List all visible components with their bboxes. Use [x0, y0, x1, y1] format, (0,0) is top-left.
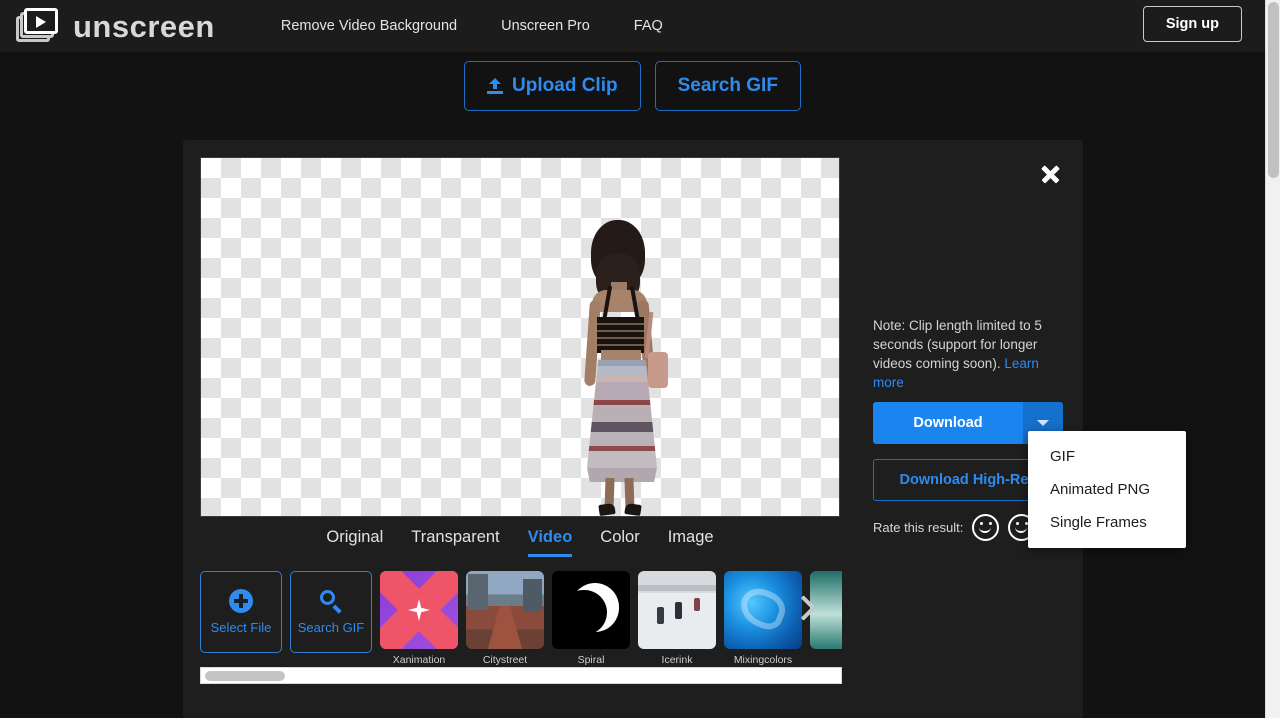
thumbnail-caption: Icerink [638, 654, 716, 666]
thumbnail-caption: Citystreet [466, 654, 544, 666]
thumbnail-caption: Spiral [552, 654, 630, 666]
background-thumbnail-strip: Select File Search GIF Xanimation Cityst… [200, 571, 842, 671]
action-button-row: Upload Clip Search GIF [0, 61, 1265, 111]
thumbnail-item-partial[interactable] [810, 571, 842, 649]
page-scrollbar-thumb[interactable] [1268, 2, 1279, 178]
chevron-right-icon[interactable] [798, 593, 814, 623]
thumbnail-item[interactable]: Xanimation [380, 571, 458, 666]
thumbnail-image-partial [810, 571, 842, 649]
plus-circle-icon [229, 589, 253, 613]
thumbnail-image-mixingcolors [724, 571, 802, 649]
close-icon[interactable] [1037, 161, 1063, 187]
nav-item-faq[interactable]: FAQ [634, 18, 663, 34]
thumbnail-image-citystreet [466, 571, 544, 649]
upload-clip-button[interactable]: Upload Clip [464, 61, 641, 111]
strip-search-gif-label: Search GIF [298, 620, 364, 635]
thumbnail-item[interactable]: Mixingcolors [724, 571, 802, 666]
subject-image [565, 220, 675, 516]
tab-color[interactable]: Color [600, 528, 639, 557]
thumbnail-image-icerink [638, 571, 716, 649]
tab-original[interactable]: Original [326, 528, 383, 557]
logo-text: unscreen [73, 11, 215, 42]
menu-item-animated-png[interactable]: Animated PNG [1028, 473, 1186, 506]
thumbnail-caption: Mixingcolors [724, 654, 802, 666]
menu-item-single-frames[interactable]: Single Frames [1028, 506, 1186, 539]
rate-result-label: Rate this result: [873, 520, 963, 535]
download-format-menu: GIF Animated PNG Single Frames [1028, 431, 1186, 548]
nav-item-unscreen-pro[interactable]: Unscreen Pro [501, 18, 590, 34]
sign-up-button[interactable]: Sign up [1143, 6, 1242, 42]
strip-scrollbar-thumb[interactable] [205, 671, 285, 681]
tab-transparent[interactable]: Transparent [411, 528, 499, 557]
menu-item-gif[interactable]: GIF [1028, 440, 1186, 473]
strip-scrollbar[interactable] [200, 667, 842, 684]
preview-mode-tabs: Original Transparent Video Color Image [200, 528, 840, 557]
editor-card: Original Transparent Video Color Image S… [183, 140, 1083, 718]
main-nav: Remove Video Background Unscreen Pro FAQ [281, 18, 663, 34]
thumbnail-image-spiral [552, 571, 630, 649]
site-header: unscreen Remove Video Background Unscree… [0, 0, 1265, 52]
logo[interactable]: unscreen [16, 8, 215, 44]
page-scrollbar[interactable] [1265, 0, 1280, 718]
thumbnail-item[interactable]: Spiral [552, 571, 630, 666]
strip-search-gif-button[interactable]: Search GIF [290, 571, 372, 653]
select-file-label: Select File [211, 620, 272, 635]
magnifier-icon [319, 589, 343, 613]
select-file-button[interactable]: Select File [200, 571, 282, 653]
thumbnail-caption: Xanimation [380, 654, 458, 666]
video-frames-play-icon [16, 8, 62, 44]
thumbnail-item[interactable]: Icerink [638, 571, 716, 666]
download-button[interactable]: Download [873, 402, 1023, 444]
tab-video[interactable]: Video [528, 528, 573, 557]
search-gif-button[interactable]: Search GIF [655, 61, 801, 111]
upload-clip-label: Upload Clip [512, 75, 618, 97]
thumbnail-item[interactable]: Citystreet [466, 571, 544, 666]
preview-canvas[interactable] [200, 157, 840, 517]
chevron-down-icon [1037, 420, 1049, 426]
smiley-happy-icon[interactable] [972, 514, 999, 541]
upload-icon [487, 78, 503, 95]
tab-image[interactable]: Image [668, 528, 714, 557]
thumbnail-image-xanimation [380, 571, 458, 649]
nav-item-remove-video-background[interactable]: Remove Video Background [281, 18, 457, 34]
clip-length-note: Note: Clip length limited to 5 seconds (… [873, 316, 1053, 392]
